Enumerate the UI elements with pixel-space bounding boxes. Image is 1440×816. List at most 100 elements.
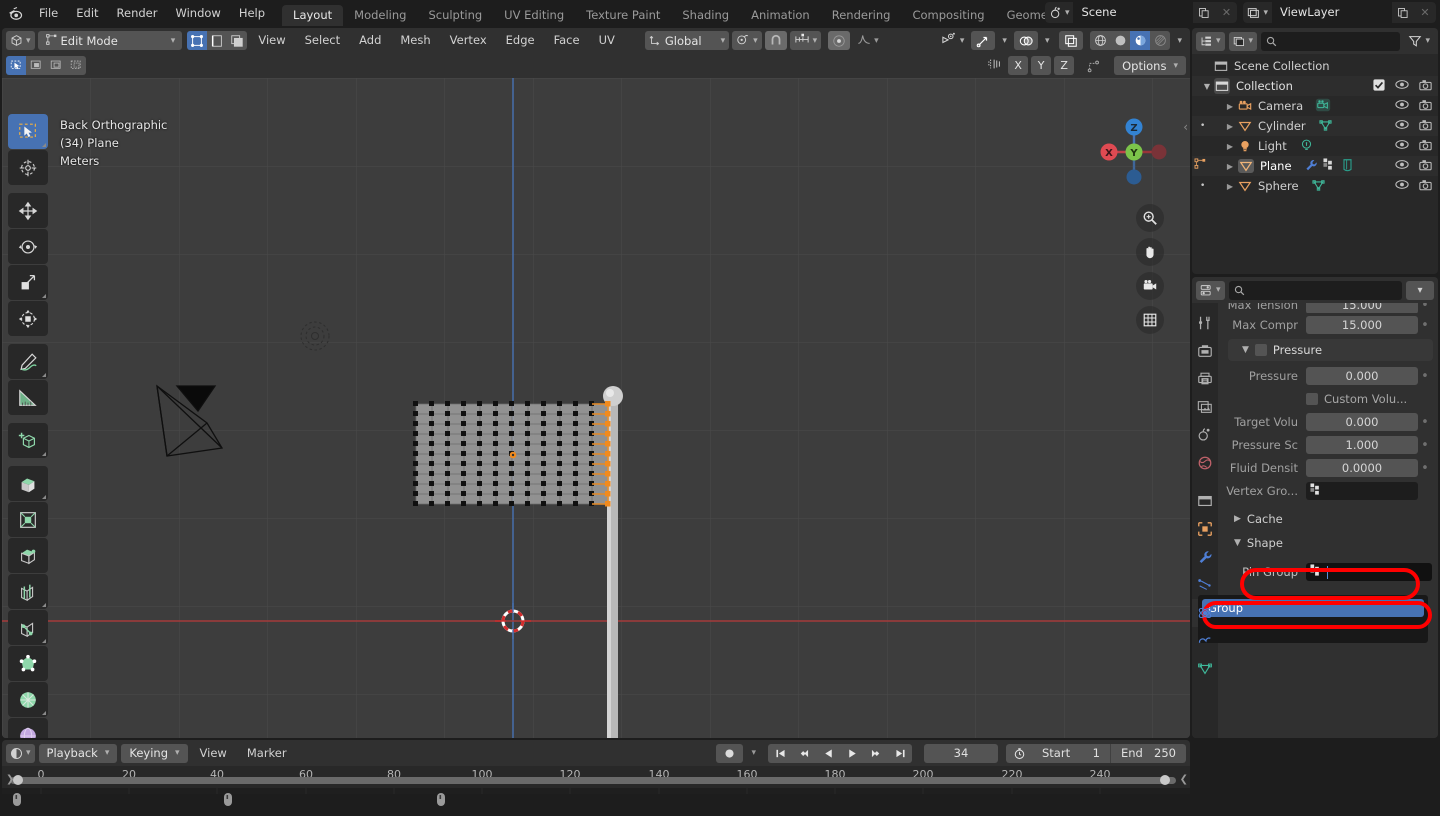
outliner-row-camera[interactable]: ▶ Camera <box>1192 96 1438 116</box>
animate-dot-pressure-scale[interactable]: • <box>1418 438 1432 453</box>
panel-header-shape[interactable]: ▼ Shape <box>1218 533 1438 553</box>
viewport-menu-select[interactable]: Select <box>297 31 348 50</box>
object-visibility-dropdown[interactable]: ▾ <box>937 31 969 50</box>
tab-sculpting[interactable]: Sculpting <box>417 5 493 26</box>
unlink-x-icon-viewlayer[interactable]: ✕ <box>1414 2 1436 23</box>
eye-visibility-icon-sphere[interactable] <box>1395 179 1409 193</box>
move-tool[interactable] <box>8 193 48 228</box>
menu-render[interactable]: Render <box>108 0 167 26</box>
smooth-tool[interactable] <box>8 718 48 738</box>
current-frame-field[interactable]: 34 <box>924 743 998 763</box>
new-copy-icon[interactable] <box>1193 2 1216 23</box>
mesh-data-icon-cylinder[interactable] <box>1318 118 1333 135</box>
tab-modeling[interactable]: Modeling <box>343 5 417 26</box>
tab-texture-paint[interactable]: Texture Paint <box>575 5 671 26</box>
dropdown-item-group[interactable]: Group <box>1202 599 1424 617</box>
select-circle-icon[interactable] <box>26 56 46 75</box>
animate-dot-max-tension[interactable]: • <box>1418 303 1432 313</box>
edge-select-icon[interactable] <box>207 31 228 50</box>
expand-right-icon-cylinder[interactable]: ▶ <box>1192 122 1238 131</box>
cursor-tool[interactable] <box>8 150 48 185</box>
tab-uv-editing[interactable]: UV Editing <box>493 5 575 26</box>
chevron-down-icon-shape[interactable]: ▼ <box>1234 538 1241 548</box>
play-icon[interactable] <box>840 743 864 763</box>
collection-tab[interactable] <box>1192 487 1218 515</box>
eye-visibility-icon-light[interactable] <box>1395 139 1409 153</box>
use-preview-range-icon[interactable] <box>1006 743 1032 763</box>
face-select-icon[interactable] <box>227 31 248 50</box>
prop-value-pressure-scale[interactable]: 1.000 <box>1306 436 1418 454</box>
toggle-xray-icon[interactable] <box>1059 31 1084 50</box>
mirror-z-button[interactable]: Z <box>1054 56 1075 75</box>
viewport-canvas[interactable]: Back Orthographic (34) Plane Meters Z X … <box>2 78 1190 738</box>
tab-shading[interactable]: Shading <box>671 5 740 26</box>
eye-visibility-icon-cylinder[interactable] <box>1395 119 1409 133</box>
knife-tool[interactable] <box>8 610 48 645</box>
scale-tool[interactable] <box>8 265 48 300</box>
tab-layout[interactable]: Layout <box>282 5 344 26</box>
collection-checkbox[interactable] <box>1373 78 1385 94</box>
menu-file[interactable]: File <box>30 0 67 26</box>
transform-tool[interactable] <box>8 301 48 336</box>
scroll-handle-right[interactable] <box>1160 775 1170 785</box>
prop-value-pressure[interactable]: 0.000 <box>1306 367 1418 385</box>
prop-value-target-volume[interactable]: 0.000 <box>1306 413 1418 431</box>
animate-dot-pressure[interactable]: • <box>1418 369 1432 384</box>
new-copy-icon-viewlayer[interactable] <box>1392 2 1414 23</box>
scene-tab[interactable] <box>1192 421 1218 449</box>
sidebar-expand-arrow-icon[interactable]: ‹ <box>1183 120 1188 134</box>
outliner-display-mode-icon[interactable]: ▾ <box>1228 31 1258 51</box>
pan-hand-icon[interactable] <box>1136 238 1164 266</box>
camera-render-icon[interactable] <box>1419 79 1432 94</box>
chevron-right-icon-cache[interactable]: ▶ <box>1234 514 1241 524</box>
measure-tool[interactable] <box>8 380 48 415</box>
add-cube-tool[interactable] <box>8 423 48 458</box>
prop-value-fluid-density[interactable]: 0.0000 <box>1306 459 1418 477</box>
overlays-dropdown[interactable]: ▾ <box>1041 31 1054 50</box>
restrict-dot-sphere[interactable]: • <box>1200 181 1205 191</box>
loop-cut-tool[interactable] <box>8 574 48 609</box>
marker-icon-1[interactable] <box>10 792 24 813</box>
viewport-menu-face[interactable]: Face <box>546 31 588 50</box>
vertex-group-icon[interactable] <box>1323 158 1336 174</box>
camera-render-icon-cylinder[interactable] <box>1419 119 1432 134</box>
editor-type-outliner-icon[interactable]: ▾ <box>1196 31 1225 51</box>
scene-data-icon[interactable]: ▾ <box>1044 2 1074 23</box>
modifier-tab[interactable] <box>1192 543 1218 571</box>
editor-type-timeline-icon[interactable]: ▾ <box>6 743 35 763</box>
tool-tab[interactable] <box>1192 309 1218 337</box>
marker-icon-3[interactable] <box>434 792 448 813</box>
tab-rendering[interactable]: Rendering <box>821 5 902 26</box>
unlink-x-icon[interactable]: ✕ <box>1215 2 1238 23</box>
jump-to-start-icon[interactable] <box>768 743 792 763</box>
show-gizmo-icon[interactable] <box>971 31 996 50</box>
menu-edit[interactable]: Edit <box>67 0 107 26</box>
animate-dot-fluid-density[interactable]: • <box>1418 461 1432 476</box>
world-tab[interactable] <box>1192 449 1218 477</box>
select-lasso-icon[interactable] <box>46 56 66 75</box>
scene-name[interactable]: Scene <box>1073 2 1194 23</box>
timeline-menu-view[interactable]: View <box>192 744 235 763</box>
prop-value-max-tension[interactable]: 15.000 <box>1306 303 1418 313</box>
camera-render-icon-plane[interactable] <box>1419 159 1432 174</box>
toggle-ortho-grid-icon[interactable] <box>1136 306 1164 334</box>
data-tab[interactable] <box>1192 655 1218 683</box>
eye-visibility-icon[interactable] <box>1395 79 1409 93</box>
viewport-menu-uv[interactable]: UV <box>591 31 623 50</box>
viewport-menu-mesh[interactable]: Mesh <box>392 31 438 50</box>
editor-type-properties-icon[interactable]: ▾ <box>1196 280 1225 300</box>
viewlayer-selector[interactable]: ▾ ViewLayer ✕ <box>1243 2 1436 23</box>
select-box-icon[interactable] <box>6 56 26 75</box>
outliner-row-light[interactable]: ▶ Light <box>1192 136 1438 156</box>
jump-to-keyframe-next-icon[interactable] <box>864 743 888 763</box>
viewlayer-name[interactable]: ViewLayer <box>1272 2 1392 23</box>
timeline-menu-playback[interactable]: Playback ▾ <box>38 743 118 763</box>
physics-icon[interactable] <box>1341 158 1354 175</box>
modifier-wrench-icon[interactable] <box>1304 158 1318 175</box>
mirror-x-button[interactable]: X <box>1008 56 1029 75</box>
zoom-icon[interactable] <box>1136 204 1164 232</box>
camera-render-icon-light[interactable] <box>1419 139 1432 154</box>
outliner-search-input[interactable] <box>1261 31 1401 51</box>
poly-build-tool[interactable] <box>8 646 48 681</box>
viewport-menu-edge[interactable]: Edge <box>498 31 543 50</box>
